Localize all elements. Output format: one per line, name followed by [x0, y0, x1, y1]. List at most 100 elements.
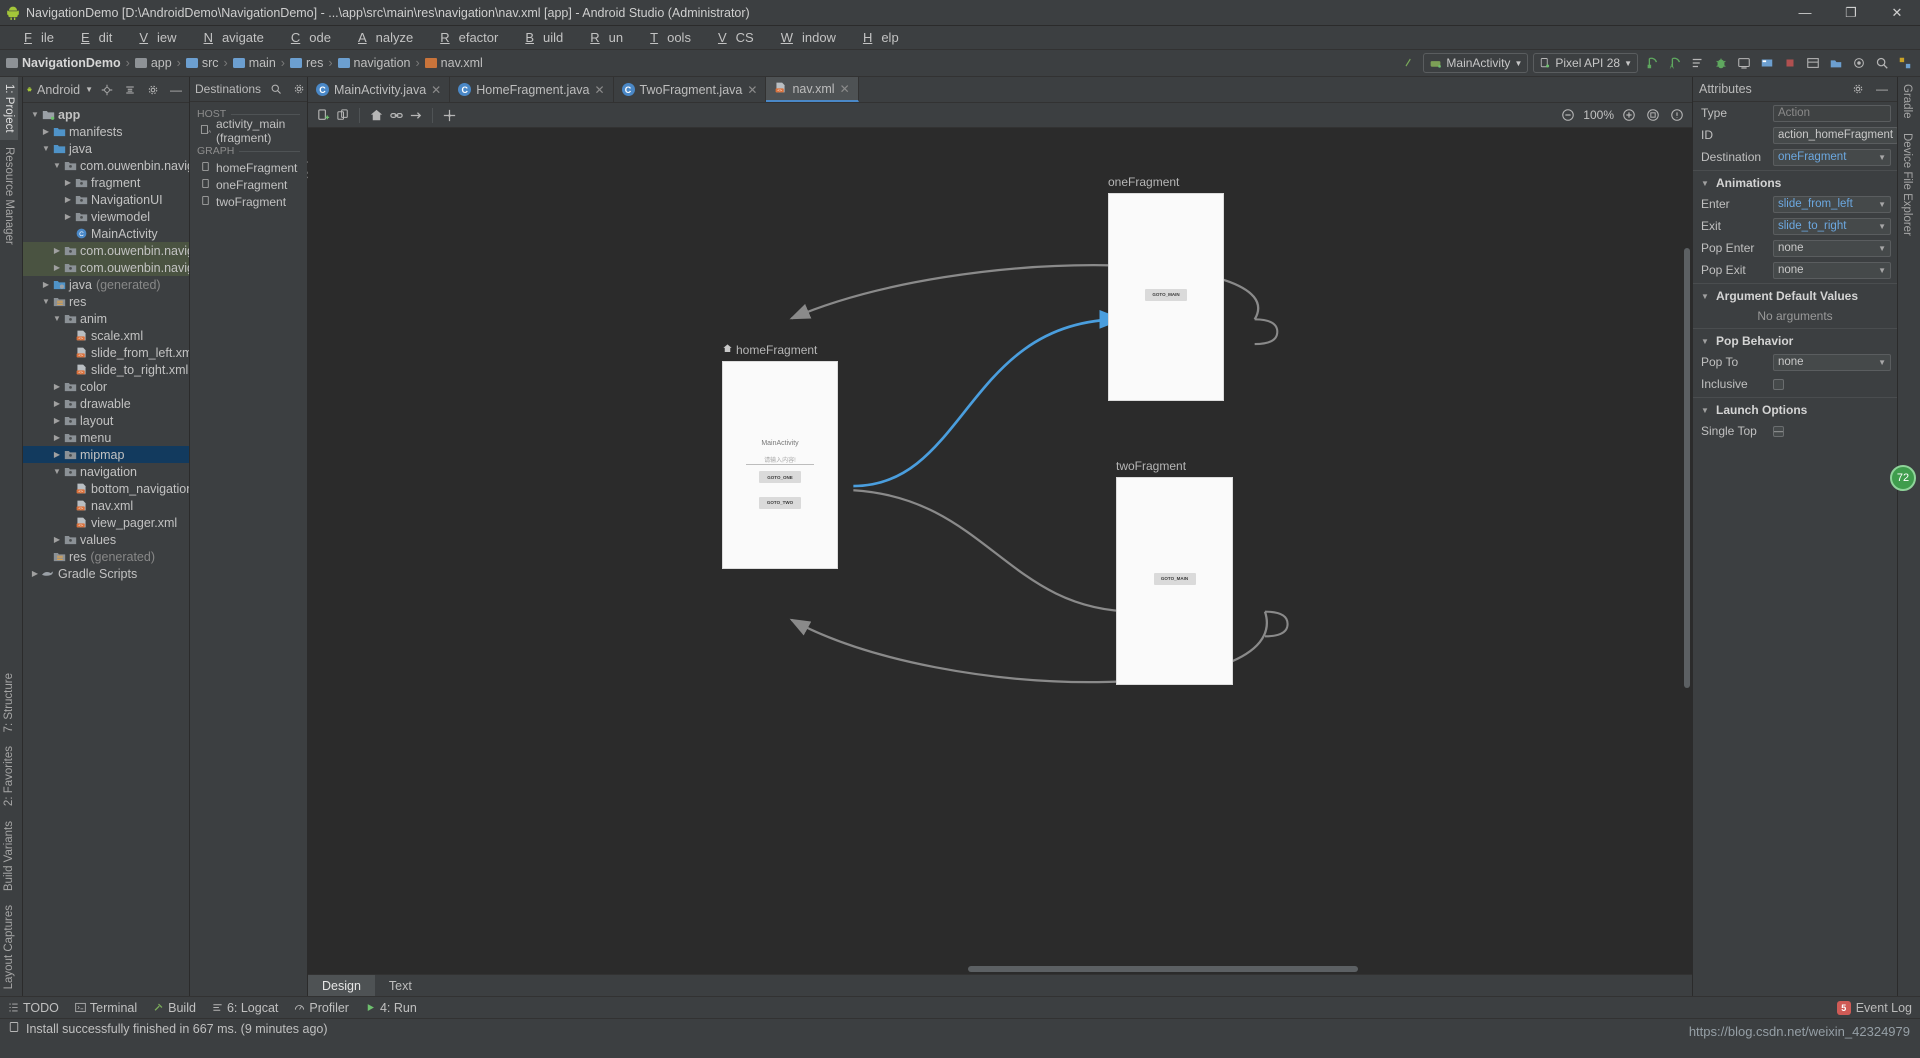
menu-item-view[interactable]: View — [121, 27, 185, 48]
tree-node-res[interactable]: res (generated) — [23, 548, 189, 565]
fragment-node-onefragment[interactable]: oneFragment GOTO_MAIN — [1108, 175, 1224, 401]
chevron-right-icon[interactable]: ▶ — [51, 245, 63, 257]
preview-button[interactable]: GOTO_MAIN — [1145, 288, 1187, 301]
tool-tab-resource-manager[interactable]: Resource Manager — [0, 140, 18, 252]
dropdown-field[interactable]: none ▼ — [1773, 239, 1891, 257]
menu-item-run[interactable]: Run — [572, 27, 632, 48]
editor-tab-nav-xml[interactable]: <> nav.xml ✕ — [766, 77, 859, 102]
chevron-down-icon[interactable]: ▼ — [29, 109, 41, 121]
tool-tab-2-favorites[interactable]: 2: Favorites — [0, 739, 18, 813]
locate-icon[interactable] — [98, 81, 116, 99]
close-icon[interactable]: ✕ — [747, 83, 757, 97]
destination-item-onefragment[interactable]: oneFragment — [190, 176, 307, 193]
chevron-right-icon[interactable]: ▶ — [51, 381, 63, 393]
destination-item-activity-main-fragment-[interactable]: Aactivity_main (fragment) — [190, 117, 307, 145]
fragment-node-twofragment[interactable]: twoFragment GOTO_MAIN — [1116, 459, 1233, 685]
tool-window-profiler[interactable]: Profiler — [294, 1001, 349, 1015]
chevron-down-icon[interactable]: ▼ — [51, 313, 63, 325]
canvas-hscrollbar[interactable] — [968, 966, 1358, 972]
project-view-selector[interactable]: Android — [37, 83, 80, 97]
text-field[interactable]: Action — [1773, 104, 1891, 122]
chevron-down-icon[interactable]: ▼ — [1878, 266, 1886, 275]
run-button[interactable] — [1643, 54, 1661, 72]
chevron-down-icon[interactable]: ▼ — [1699, 290, 1711, 302]
chevron-right-icon[interactable]: ▶ — [29, 568, 41, 580]
menu-item-refactor[interactable]: Refactor — [422, 27, 507, 48]
dropdown-field[interactable]: oneFragment ▼ — [1773, 148, 1891, 166]
attributes-section-animations[interactable]: ▼ Animations — [1693, 170, 1897, 193]
tree-node-layout[interactable]: ▶ layout — [23, 412, 189, 429]
tree-node-mainactivity[interactable]: C MainActivity — [23, 225, 189, 242]
tree-node-gradle-scripts[interactable]: ▶ Gradle Scripts — [23, 565, 189, 582]
sync-gradle-icon[interactable] — [1400, 54, 1418, 72]
zoom-in-icon[interactable] — [1620, 106, 1638, 124]
attributes-section-launch-options[interactable]: ▼ Launch Options — [1693, 397, 1897, 420]
project-structure-icon[interactable] — [1896, 54, 1914, 72]
tree-node-bottom-navigation-x[interactable]: <> bottom_navigation.x — [23, 480, 189, 497]
breadcrumb-item-2[interactable]: src — [185, 56, 219, 70]
attributes-section-pop-behavior[interactable]: ▼ Pop Behavior — [1693, 328, 1897, 351]
menu-item-analyze[interactable]: Analyze — [340, 27, 422, 48]
tree-node-values[interactable]: ▶ values — [23, 531, 189, 548]
fragment-preview[interactable]: GOTO_MAIN — [1108, 193, 1224, 401]
menu-item-navigate[interactable]: Navigate — [186, 27, 273, 48]
close-icon[interactable]: ✕ — [840, 82, 850, 96]
tool-tab-gradle[interactable]: Gradle — [1898, 77, 1916, 126]
search-everywhere-icon[interactable] — [1873, 54, 1891, 72]
chevron-down-icon[interactable]: ▼ — [1699, 404, 1711, 416]
tree-node-app[interactable]: ▼ app — [23, 106, 189, 123]
chevron-right-icon[interactable]: ▶ — [62, 211, 74, 223]
menu-item-window[interactable]: Window — [763, 27, 845, 48]
tool-tab-build-variants[interactable]: Build Variants — [0, 814, 18, 898]
fragment-preview[interactable]: MainActivity 请输入内容! GOTO_ONE GOTO_TWO — [722, 361, 838, 569]
collapse-all-icon[interactable] — [121, 81, 139, 99]
new-destination-icon[interactable] — [314, 106, 332, 124]
tree-node-color[interactable]: ▶ color — [23, 378, 189, 395]
debug-button[interactable]: A — [1666, 54, 1684, 72]
menu-item-help[interactable]: Help — [845, 27, 908, 48]
close-button[interactable]: ✕ — [1874, 0, 1920, 26]
zoom-out-icon[interactable] — [1559, 106, 1577, 124]
tree-node-com-ouwenbin-navigatio[interactable]: ▼ com.ouwenbin.navigatio — [23, 157, 189, 174]
tool-tab-layout-captures[interactable]: Layout Captures — [0, 898, 18, 996]
chevron-right-icon[interactable]: ▶ — [51, 432, 63, 444]
auto-arrange-icon[interactable] — [440, 106, 458, 124]
zoom-fit-icon[interactable] — [1644, 106, 1662, 124]
memory-indicator[interactable]: 72 — [1890, 465, 1916, 491]
chevron-right-icon[interactable]: ▶ — [51, 262, 63, 274]
menu-item-vcs[interactable]: V CS — [700, 27, 763, 48]
bug-icon[interactable] — [1712, 54, 1730, 72]
tool-window-todo[interactable]: TODO — [8, 1001, 59, 1015]
menu-item-edit[interactable]: Edit — [63, 27, 121, 48]
chevron-down-icon[interactable]: ▼ — [85, 85, 93, 94]
chevron-right-icon[interactable]: ▶ — [62, 194, 74, 206]
breadcrumb-item-3[interactable]: main — [232, 56, 276, 70]
close-icon[interactable]: ✕ — [594, 83, 604, 97]
checkbox[interactable]: — — [1773, 425, 1784, 437]
breadcrumb-item-5[interactable]: navigation — [337, 56, 411, 70]
layout-inspector-icon[interactable] — [1804, 54, 1822, 72]
settings-gear-icon[interactable] — [290, 80, 308, 98]
tree-node-com-ouwenbin-navigatio[interactable]: ▶ com.ouwenbin.navigatio — [23, 242, 189, 259]
destination-item-twofragment[interactable]: twoFragment — [190, 193, 307, 210]
chevron-down-icon[interactable]: ▼ — [1878, 153, 1886, 162]
tree-node-navigationui[interactable]: ▶ NavigationUI — [23, 191, 189, 208]
sdk-manager-icon[interactable] — [1758, 54, 1776, 72]
tree-node-res[interactable]: ▼ res — [23, 293, 189, 310]
run-configuration-selector[interactable]: MainActivity ▼ — [1423, 53, 1529, 73]
tool-tab-1-project[interactable]: 1: Project — [0, 77, 18, 140]
theme-editor-icon[interactable] — [1850, 54, 1868, 72]
chevron-down-icon[interactable]: ▼ — [1878, 244, 1886, 253]
breadcrumb-item-4[interactable]: res — [289, 56, 323, 70]
chevron-right-icon[interactable]: ▶ — [62, 177, 74, 189]
apply-changes-icon[interactable] — [1689, 54, 1707, 72]
link-icon[interactable] — [387, 106, 405, 124]
breadcrumb-item-6[interactable]: nav.xml — [424, 56, 483, 70]
tree-node-viewmodel[interactable]: ▶ viewmodel — [23, 208, 189, 225]
home-icon[interactable] — [367, 106, 385, 124]
dropdown-field[interactable]: none ▼ — [1773, 353, 1891, 371]
tree-node-navigation[interactable]: ▼ navigation — [23, 463, 189, 480]
tree-node-java[interactable]: ▼ java — [23, 140, 189, 157]
tree-node-mipmap[interactable]: ▶ mipmap — [23, 446, 189, 463]
preview-input-field[interactable]: 请输入内容! — [745, 455, 815, 465]
